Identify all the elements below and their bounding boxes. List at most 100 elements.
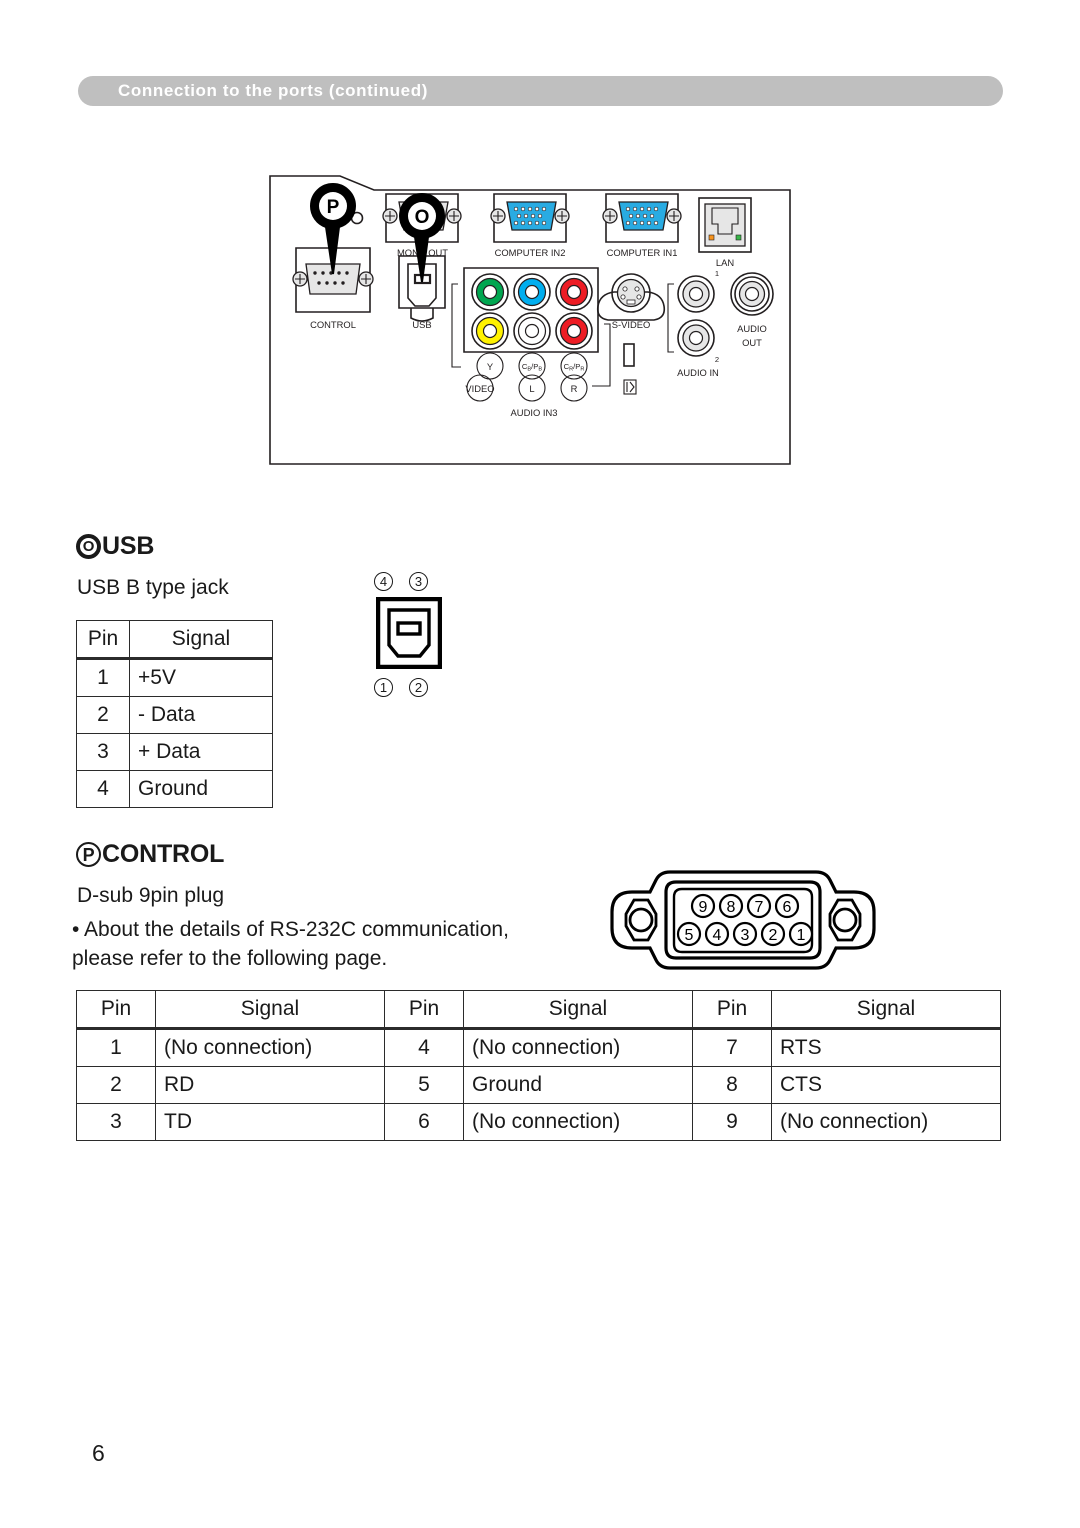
usb-table-header-row: Pin Signal (76, 620, 273, 660)
control-table-header-row: Pin Signal Pin Signal Pin Signal (76, 990, 1001, 1030)
port-label-lan: LAN (716, 257, 734, 268)
usb-pin-marker-3: 3 (409, 572, 428, 591)
usb-pin-number: 1 (76, 658, 130, 697)
callout-p: P (309, 183, 357, 275)
port-label-computer-in1: COMPUTER IN1 (607, 247, 678, 258)
control-pin-signal: RD (155, 1066, 385, 1104)
usb-pin-number: 2 (76, 696, 130, 734)
audio-in-jack-1 (677, 275, 715, 313)
usb-pin-marker-4: 4 (374, 572, 393, 591)
page-header-bar: Connection to the ports (continued) (78, 76, 1003, 106)
usb-pin-signal: Ground (129, 770, 273, 808)
port-rca-cluster: Y CB/PB CR/PR VIDEO L R AUDIO IN3 (451, 267, 611, 418)
table-row: 2 - Data (76, 696, 273, 734)
port-label-cr-pr: CR/PR (564, 362, 585, 372)
control-pin-number: 5 (384, 1066, 464, 1104)
dsub-pin-4: 4 (713, 927, 722, 944)
control-pin-number: 7 (692, 1028, 772, 1067)
control-pin-number: 3 (76, 1103, 156, 1141)
port-label-computer-in2: COMPUTER IN2 (495, 247, 566, 258)
port-label-audio-out-a: AUDIO (737, 323, 767, 334)
port-label-monitor-out-b: OUT (428, 247, 448, 258)
usb-b-jack-shape (376, 597, 442, 669)
port-label-audio-r: R (571, 383, 578, 394)
port-computer-in1: COMPUTER IN1 (602, 193, 682, 258)
control-section-heading: P CONTROL (76, 840, 224, 869)
usb-symbol-icon: O (76, 534, 101, 559)
control-pin-signal: Ground (463, 1066, 693, 1104)
table-row: 4 Ground (76, 770, 273, 808)
control-pin-number: 9 (692, 1103, 772, 1141)
usb-section-heading: O USB (76, 532, 154, 561)
control-pin-number: 6 (384, 1103, 464, 1141)
rca-jack-y (471, 273, 509, 311)
table-row: 1 (No connection) 4 (No connection) 7 RT… (76, 1028, 1001, 1067)
dsub-pin-2: 2 (769, 927, 778, 944)
usb-pin-marker-2: 2 (409, 678, 428, 697)
control-pin-signal: TD (155, 1103, 385, 1141)
usb-subtitle: USB B type jack (77, 576, 229, 599)
callout-letter-o: O (415, 207, 430, 228)
dsub-pin-6: 6 (783, 899, 792, 916)
control-header-pin-3: Pin (692, 990, 772, 1030)
control-pin-number: 2 (76, 1066, 156, 1104)
port-label-y: Y (487, 361, 494, 372)
usb-pin-number: 3 (76, 733, 130, 771)
usb-header-signal: Signal (129, 620, 273, 660)
panel-misc-icons (623, 343, 637, 395)
projector-port-panel-diagram: .pl { fill:none; stroke:#231f20; stroke-… (262, 172, 802, 472)
port-audio-in: 1 2 AUDIO IN (667, 269, 719, 378)
table-row: 3 TD 6 (No connection) 9 (No connection) (76, 1103, 1001, 1141)
control-note-line-2: please refer to the following page. (72, 947, 388, 970)
port-label-video: VIDEO (465, 383, 494, 394)
port-computer-in2: COMPUTER IN2 (490, 193, 570, 258)
callout-o: O (398, 193, 446, 283)
control-pin-number: 4 (384, 1028, 464, 1067)
control-note-line-1: • About the details of RS-232C communica… (72, 918, 509, 941)
dsub-9pin-connector-diagram: 9 8 7 6 5 4 3 2 1 (598, 866, 888, 978)
control-subtitle: D-sub 9pin plug (77, 884, 225, 907)
control-heading-label: CONTROL (102, 840, 225, 868)
usb-pin-marker-1: 1 (374, 678, 393, 697)
usb-b-connector-pinout-diagram: 4 3 1 2 (358, 572, 468, 697)
dsub-top-pin-row: 9 8 7 6 (690, 893, 800, 919)
control-pin-signal: (No connection) (463, 1103, 693, 1141)
audio-in-number-1: 1 (715, 269, 719, 278)
rca-jack-video (471, 312, 509, 350)
dsub-pin-8: 8 (727, 899, 736, 916)
rca-jack-cr-pr (555, 273, 593, 311)
control-pin-signal: (No connection) (463, 1028, 693, 1067)
port-label-audio-in: AUDIO IN (677, 367, 719, 378)
control-pin-signal: (No connection) (771, 1103, 1001, 1141)
control-header-signal-2: Signal (463, 990, 693, 1030)
usb-pin-table: Pin Signal 1 +5V 2 - Data 3 + Data 4 Gro… (76, 620, 273, 808)
port-label-control: CONTROL (310, 319, 356, 330)
dsub-pin-5: 5 (685, 927, 694, 944)
control-pin-number: 1 (76, 1028, 156, 1067)
control-pin-signal: RTS (771, 1028, 1001, 1067)
table-row: 3 + Data (76, 733, 273, 771)
control-pin-signal: (No connection) (155, 1028, 385, 1067)
dsub-pin-3: 3 (741, 927, 750, 944)
rca-jack-audio-l (513, 312, 551, 350)
port-label-usb: USB (412, 319, 431, 330)
usb-pinout-top-numbers: 4 3 (374, 572, 428, 591)
control-header-pin-2: Pin (384, 990, 464, 1030)
control-header-signal-1: Signal (155, 990, 385, 1030)
audio-in-jack-2 (677, 319, 715, 357)
rca-jack-cb-pb (513, 273, 551, 311)
control-pin-signal: CTS (771, 1066, 1001, 1104)
usb-heading-label: USB (102, 532, 155, 560)
control-header-signal-3: Signal (771, 990, 1001, 1030)
dsub-pin-7: 7 (755, 899, 764, 916)
usb-pinout-bottom-numbers: 1 2 (374, 678, 428, 697)
control-pin-table: Pin Signal Pin Signal Pin Signal 1 (No c… (76, 990, 1001, 1141)
usb-header-pin: Pin (76, 620, 130, 660)
port-label-s-video: S-VIDEO (612, 319, 651, 330)
control-header-pin-1: Pin (76, 990, 156, 1030)
page-title: Connection to the ports (continued) (118, 81, 428, 100)
audio-in-number-2: 2 (715, 355, 719, 364)
dsub-pin-9: 9 (699, 899, 708, 916)
port-label-audio-l: L (529, 383, 534, 394)
table-row: 1 +5V (76, 658, 273, 697)
